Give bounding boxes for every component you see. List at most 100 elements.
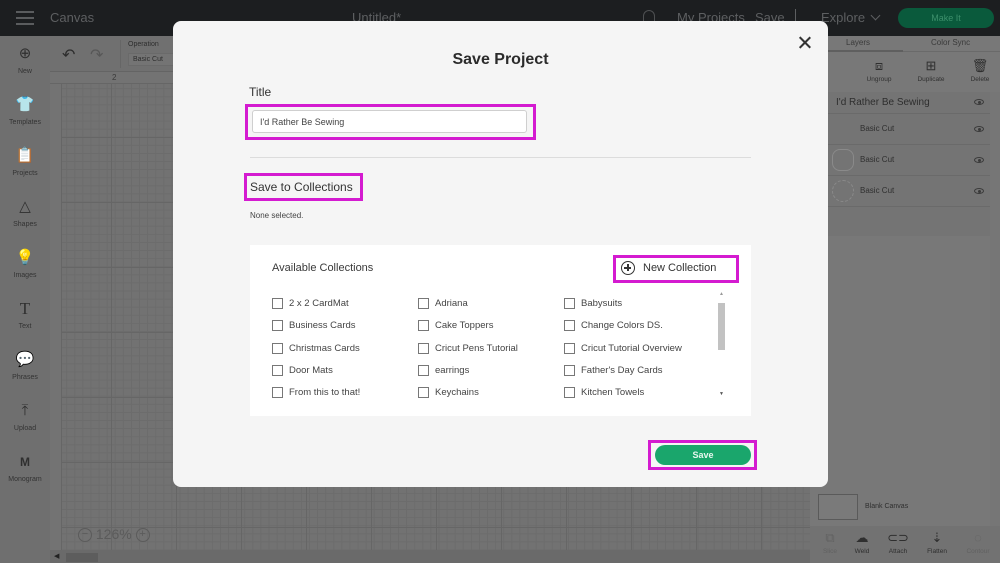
sidebar-item-shapes[interactable]: △ Shapes xyxy=(0,197,50,228)
layer-group[interactable]: I'd Rather Be Sewing xyxy=(828,92,990,114)
divider xyxy=(250,157,751,158)
checkbox[interactable] xyxy=(418,342,429,354)
hamburger-menu-icon[interactable] xyxy=(16,11,34,25)
scroll-up-icon[interactable]: ▲ xyxy=(719,291,724,297)
new-collection-button[interactable]: New Collection xyxy=(621,259,716,277)
collection-checkbox-item[interactable]: Cake Toppers xyxy=(418,318,493,332)
eye-icon[interactable] xyxy=(974,126,984,132)
make-it-button[interactable]: Make It xyxy=(898,8,994,28)
collection-label: Cricut Pens Tutorial xyxy=(435,342,518,354)
contour-label: Contour xyxy=(966,548,990,555)
checkbox[interactable] xyxy=(564,297,575,309)
delete-button[interactable]: 🗑 Delete xyxy=(957,58,1000,83)
eye-icon[interactable] xyxy=(974,188,984,194)
layer-row[interactable]: Basic Cut xyxy=(828,176,990,207)
redo-icon[interactable]: ↷ xyxy=(90,45,103,65)
toolbar-divider xyxy=(120,40,121,68)
checkbox[interactable] xyxy=(272,297,283,309)
collection-checkbox-item[interactable]: Cricut Pens Tutorial xyxy=(418,341,518,355)
scrollbar-thumb[interactable] xyxy=(66,553,98,562)
selection-status: None selected. xyxy=(250,211,304,220)
checkbox[interactable] xyxy=(418,319,429,331)
contour-button[interactable]: ◌ Contour xyxy=(960,530,996,555)
checkbox[interactable] xyxy=(564,386,575,398)
checkbox[interactable] xyxy=(272,386,283,398)
checkbox[interactable] xyxy=(272,319,283,331)
checkbox[interactable] xyxy=(564,342,575,354)
collection-checkbox-item[interactable]: Babysuits xyxy=(564,296,622,310)
layer-row[interactable]: Basic Cut xyxy=(828,114,990,145)
sidebar-item-images[interactable]: 💡 Images xyxy=(0,248,50,279)
collection-label: Keychains xyxy=(435,386,479,398)
eye-icon[interactable] xyxy=(974,157,984,163)
blank-canvas-thumbnail[interactable] xyxy=(818,494,858,520)
operation-select[interactable]: Basic Cut xyxy=(128,53,174,66)
slice-button[interactable]: ⧉ Slice xyxy=(812,530,848,555)
tab-layers[interactable]: Layers xyxy=(846,38,870,47)
duplicate-button[interactable]: ⊞ Duplicate xyxy=(908,58,954,83)
upload-icon: ⤒ xyxy=(21,402,29,419)
project-title-input[interactable] xyxy=(252,110,527,133)
collections-scrollbar[interactable]: ▲ ▼ xyxy=(716,291,728,401)
duplicate-label: Duplicate xyxy=(917,76,945,83)
available-collections-label: Available Collections xyxy=(272,262,374,274)
collection-checkbox-item[interactable]: Cricut Tutorial Overview xyxy=(564,341,682,355)
layers-scrollbar[interactable] xyxy=(990,92,1000,542)
zoom-out-icon[interactable]: − xyxy=(78,528,92,543)
checkbox[interactable] xyxy=(418,386,429,398)
collection-checkbox-item[interactable]: Adriana xyxy=(418,296,468,310)
collection-label: Adriana xyxy=(435,297,468,309)
zoom-in-icon[interactable]: + xyxy=(135,528,150,543)
flatten-icon: ⇣ xyxy=(931,530,943,545)
active-tab-indicator xyxy=(818,50,903,52)
collection-checkbox-item[interactable]: Door Mats xyxy=(272,363,333,377)
scroll-left-icon[interactable]: ◀ xyxy=(54,552,59,560)
title-field-label: Title xyxy=(249,85,272,99)
scroll-down-icon[interactable]: ▼ xyxy=(719,391,724,397)
checkbox[interactable] xyxy=(272,342,283,354)
checkbox[interactable] xyxy=(564,319,575,331)
lightbulb-icon: 💡 xyxy=(15,249,35,266)
checkbox[interactable] xyxy=(272,364,283,376)
scrollbar-thumb[interactable] xyxy=(718,303,725,350)
undo-icon[interactable]: ↶ xyxy=(62,45,75,65)
sidebar-item-text[interactable]: T Text xyxy=(0,299,50,330)
ungroup-button[interactable]: ⧈ Ungroup xyxy=(856,58,902,83)
layers-panel: Layers Color Sync ⧉ Group ⧈ Ungroup ⊞ Du… xyxy=(810,36,1000,563)
weld-button[interactable]: ☁ Weld xyxy=(844,530,880,555)
layer-thumbnail xyxy=(832,118,854,140)
collection-checkbox-item[interactable]: Father's Day Cards xyxy=(564,363,663,377)
checkbox[interactable] xyxy=(418,364,429,376)
collection-checkbox-item[interactable]: earrings xyxy=(418,363,469,377)
sidebar-item-new[interactable]: ⊕ New xyxy=(0,44,50,75)
collection-checkbox-item[interactable]: Change Colors DS. xyxy=(564,318,663,332)
layer-row[interactable]: Basic Cut xyxy=(828,145,990,176)
save-button[interactable]: Save xyxy=(655,445,751,465)
tab-color-sync[interactable]: Color Sync xyxy=(931,38,970,47)
monogram-icon: M xyxy=(20,455,30,469)
sidebar-item-monogram[interactable]: M Monogram xyxy=(0,452,50,483)
flatten-button[interactable]: ⇣ Flatten xyxy=(919,530,955,555)
sidebar-item-templates[interactable]: 👕 Templates xyxy=(0,95,50,126)
collection-label: Babysuits xyxy=(581,297,623,309)
collection-checkbox-item[interactable]: From this to that! xyxy=(272,385,360,399)
attach-button[interactable]: ⊂⊃ Attach xyxy=(880,530,916,555)
available-collections-panel: Available Collections New Collection 2 x… xyxy=(250,245,751,416)
eye-icon[interactable] xyxy=(974,99,984,105)
close-icon[interactable] xyxy=(797,35,813,51)
explore-dropdown[interactable]: Explore xyxy=(821,10,881,25)
sidebar-item-projects[interactable]: 📋 Projects xyxy=(0,146,50,177)
new-collection-label: New Collection xyxy=(643,262,717,274)
checkbox[interactable] xyxy=(418,297,429,309)
collection-checkbox-item[interactable]: Business Cards xyxy=(272,318,356,332)
collection-checkbox-item[interactable]: Kitchen Towels xyxy=(564,385,644,399)
shapes-icon: △ xyxy=(19,198,31,215)
plus-circle-icon xyxy=(621,261,635,275)
checkbox[interactable] xyxy=(564,364,575,376)
collection-checkbox-item[interactable]: 2 x 2 CardMat xyxy=(272,296,349,310)
collection-checkbox-item[interactable]: Keychains xyxy=(418,385,479,399)
horizontal-scrollbar[interactable]: ◀ xyxy=(50,550,810,563)
sidebar-item-upload[interactable]: ⤒ Upload xyxy=(0,401,50,432)
sidebar-item-phrases[interactable]: 💬 Phrases xyxy=(0,350,50,381)
collection-checkbox-item[interactable]: Christmas Cards xyxy=(272,341,360,355)
